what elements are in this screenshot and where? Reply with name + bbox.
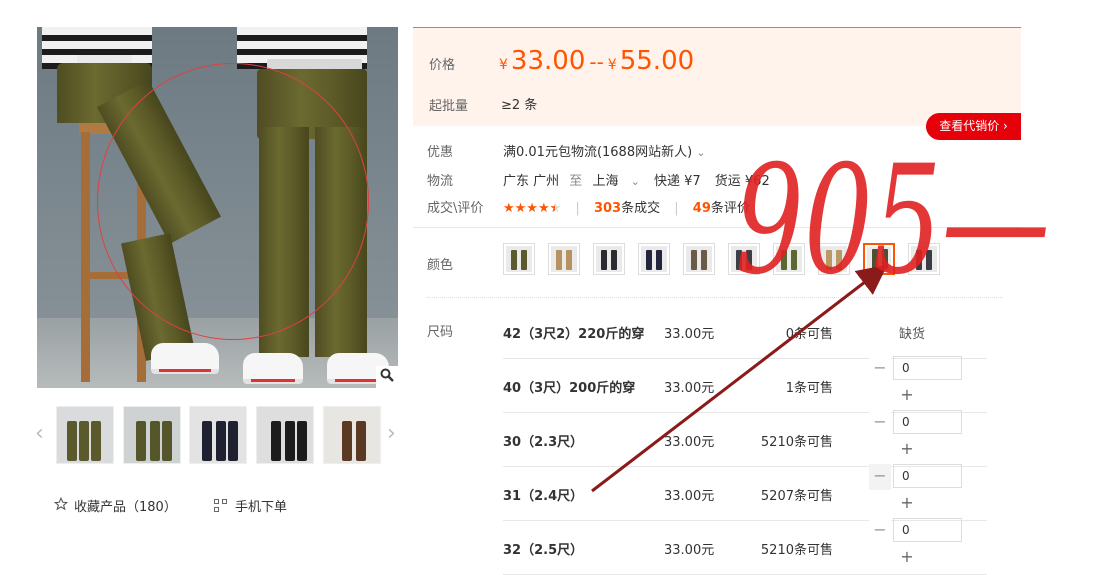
size-row: 31（2.4尺） 33.00元 5207条可售 −0 + bbox=[503, 464, 987, 521]
main-product-image[interactable] bbox=[37, 27, 398, 388]
ship-to[interactable]: 上海 bbox=[592, 174, 618, 189]
quantity-stepper: −0 + bbox=[869, 464, 965, 520]
price-high: 55.00 bbox=[619, 46, 695, 76]
quantity-input[interactable]: 0 bbox=[893, 356, 962, 380]
size-price: 33.00元 bbox=[664, 327, 715, 342]
color-swatch[interactable] bbox=[773, 243, 805, 275]
size-stock: 5210条可售 bbox=[760, 435, 833, 450]
divider bbox=[413, 227, 1021, 228]
color-swatch[interactable] bbox=[863, 243, 895, 275]
size-stock: 0条可售 bbox=[785, 327, 833, 342]
deals-suffix: 条成交 bbox=[621, 201, 661, 216]
logistics-label: 物流 bbox=[427, 174, 454, 189]
promo-label: 优惠 bbox=[427, 145, 454, 160]
minus-icon[interactable]: − bbox=[869, 356, 891, 382]
price-range: ¥ 33.00 -- ¥ 55.00 bbox=[499, 46, 694, 76]
express-fee: 快递 ¥7 bbox=[653, 174, 701, 189]
chevron-left-icon[interactable]: ‹ bbox=[35, 421, 44, 446]
star-outline-icon bbox=[53, 496, 69, 515]
size-name: 40（3尺）200斤的穿 bbox=[503, 381, 636, 396]
currency-symbol: ¥ bbox=[607, 57, 617, 73]
currency-symbol: ¥ bbox=[499, 57, 508, 73]
promo-text: 满0.01元包物流(1688网站新人) bbox=[503, 145, 693, 160]
thumbnail-4[interactable] bbox=[256, 406, 314, 464]
size-price: 33.00元 bbox=[664, 489, 715, 504]
moq-label: 起批量 bbox=[429, 99, 469, 114]
reviews-suffix: 条评价 bbox=[710, 201, 750, 216]
freight-fee: 货运 ¥62 bbox=[714, 174, 770, 189]
thumbnail-strip: ‹ › bbox=[35, 406, 407, 466]
size-price: 33.00元 bbox=[664, 435, 715, 450]
deals-row: ★★★★★★ | 303条成交 | 49条评价 bbox=[503, 201, 750, 216]
price-low: 33.00 bbox=[510, 46, 586, 76]
deals-label: 成交\评价 bbox=[427, 201, 484, 216]
quantity-stepper: −0 + bbox=[869, 410, 965, 466]
ship-from: 广东 广州 bbox=[503, 174, 560, 189]
favorite-label: 收藏产品（180） bbox=[74, 500, 177, 515]
thumbnail-2[interactable] bbox=[123, 406, 181, 464]
minus-icon[interactable]: − bbox=[869, 518, 891, 544]
chevron-down-icon[interactable]: ⌄ bbox=[696, 146, 705, 159]
quantity-input[interactable]: 0 bbox=[893, 464, 962, 488]
moq-value: ≥2 条 bbox=[501, 98, 538, 113]
thumbnail-3[interactable] bbox=[189, 406, 247, 464]
size-stock: 1条可售 bbox=[785, 381, 833, 396]
thumbnail-5[interactable] bbox=[323, 406, 381, 464]
price-separator: -- bbox=[589, 50, 604, 74]
mobile-order-label: 手机下单 bbox=[235, 500, 288, 515]
circle-annotation bbox=[97, 63, 369, 340]
deals-count[interactable]: 303 bbox=[594, 201, 621, 216]
chevron-down-icon[interactable]: ⌄ bbox=[631, 175, 640, 188]
size-row: 40（3尺）200斤的穿 33.00元 1条可售 −0 + bbox=[503, 356, 987, 413]
size-label: 尺码 bbox=[427, 325, 454, 340]
thumbnail-1[interactable] bbox=[56, 406, 114, 464]
size-stock: 5207条可售 bbox=[760, 489, 833, 504]
size-row: 30（2.3尺） 33.00元 5210条可售 −0 + bbox=[503, 410, 987, 467]
size-price: 33.00元 bbox=[664, 543, 715, 558]
handwritten-number: 905— bbox=[735, 134, 1050, 308]
size-name: 30（2.3尺） bbox=[503, 435, 584, 450]
rating-stars: ★★★★★★ bbox=[503, 201, 562, 216]
color-label: 颜色 bbox=[427, 258, 454, 273]
mobile-order-button[interactable]: 手机下单 bbox=[214, 496, 287, 515]
color-swatch[interactable] bbox=[638, 243, 670, 275]
divider bbox=[427, 297, 1003, 299]
quantity-stepper: −0 + bbox=[869, 356, 965, 412]
quantity-stepper: −0 + bbox=[869, 518, 965, 574]
magnifier-icon[interactable] bbox=[376, 366, 398, 388]
plus-icon[interactable]: + bbox=[895, 437, 919, 461]
chevron-right-icon[interactable]: › bbox=[387, 421, 396, 446]
minus-icon[interactable]: − bbox=[869, 464, 891, 490]
size-price: 33.00元 bbox=[664, 381, 715, 396]
logistics-row: 广东 广州 至 上海 ⌄ 快递 ¥7 货运 ¥62 bbox=[503, 170, 770, 189]
quantity-input[interactable]: 0 bbox=[893, 410, 962, 434]
color-swatch[interactable] bbox=[683, 243, 715, 275]
sold-out-label: 缺货 bbox=[899, 327, 926, 342]
color-swatch[interactable] bbox=[728, 243, 760, 275]
qr-code-icon bbox=[214, 499, 227, 512]
minus-icon[interactable]: − bbox=[869, 410, 891, 436]
promo-row[interactable]: 满0.01元包物流(1688网站新人) ⌄ bbox=[503, 141, 706, 160]
favorite-product-button[interactable]: 收藏产品（180） bbox=[53, 496, 177, 515]
color-swatch[interactable] bbox=[908, 243, 940, 275]
plus-icon[interactable]: + bbox=[895, 491, 919, 515]
color-swatch[interactable] bbox=[548, 243, 580, 275]
size-name: 31（2.4尺） bbox=[503, 489, 584, 504]
price-label: 价格 bbox=[429, 58, 456, 73]
size-row: 42（3尺2）220斤的穿 33.00元 0条可售 缺货 bbox=[503, 304, 987, 359]
price-panel: 价格 ¥ 33.00 -- ¥ 55.00 起批量 ≥2 条 bbox=[413, 27, 1021, 126]
size-name: 32（2.5尺） bbox=[503, 543, 584, 558]
quantity-input[interactable]: 0 bbox=[893, 518, 962, 542]
view-agent-price-button[interactable]: 查看代销价 › bbox=[926, 113, 1021, 140]
color-swatch[interactable] bbox=[818, 243, 850, 275]
size-name: 42（3尺2）220斤的穿 bbox=[503, 327, 645, 342]
plus-icon[interactable]: + bbox=[895, 383, 919, 407]
plus-icon[interactable]: + bbox=[895, 545, 919, 569]
color-swatch[interactable] bbox=[503, 243, 535, 275]
to-word: 至 bbox=[569, 174, 583, 189]
reviews-count[interactable]: 49 bbox=[693, 201, 711, 216]
color-swatch[interactable] bbox=[593, 243, 625, 275]
size-stock: 5210条可售 bbox=[760, 543, 833, 558]
